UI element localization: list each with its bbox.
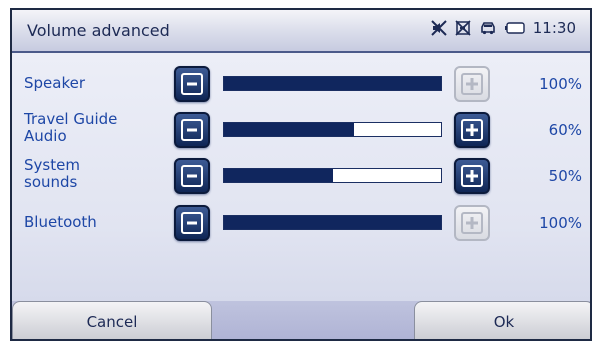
row-label: Bluetooth [24, 214, 149, 231]
settings-panel: Speaker 100% Travel Guide Audio 60% Syst… [12, 53, 590, 301]
row-label-line: Bluetooth [24, 213, 97, 231]
decrease-button[interactable] [174, 112, 210, 148]
volume-row-system-sounds: System sounds 50% [12, 154, 590, 196]
volume-bar-fill [224, 169, 333, 182]
dialog-frame: Volume advanced 11:30 Speaker 100% Trave… [10, 8, 592, 341]
row-label-line: System [24, 156, 80, 174]
volume-bar[interactable] [223, 76, 442, 91]
decrease-button[interactable] [174, 158, 210, 194]
cancel-button[interactable]: Cancel [12, 301, 212, 339]
window-title: Volume advanced [27, 21, 170, 40]
row-label-line: Audio [24, 127, 67, 145]
plus-icon [461, 119, 483, 141]
volume-row-speaker: Speaker 100% [12, 63, 590, 105]
volume-row-travel-guide-audio: Travel Guide Audio 60% [12, 108, 590, 150]
minus-icon [181, 212, 203, 234]
row-label: Speaker [24, 75, 149, 92]
battery-icon [504, 22, 525, 34]
decrease-button[interactable] [174, 66, 210, 102]
ok-button[interactable]: Ok [414, 301, 590, 339]
volume-percent: 100% [539, 214, 582, 232]
increase-button[interactable] [454, 112, 490, 148]
row-label: Travel Guide Audio [24, 111, 149, 145]
car-icon [479, 20, 497, 36]
row-label: System sounds [24, 157, 149, 191]
row-label-line: sounds [24, 173, 78, 191]
title-bar: Volume advanced 11:30 [12, 10, 590, 53]
volume-advanced-screen: Volume advanced 11:30 Speaker 100% Trave… [0, 0, 604, 349]
volume-row-bluetooth: Bluetooth 100% [12, 202, 590, 244]
sound-off-icon [455, 20, 471, 36]
increase-button[interactable] [454, 66, 490, 102]
decrease-button[interactable] [174, 205, 210, 241]
increase-button[interactable] [454, 205, 490, 241]
volume-bar-fill [224, 77, 441, 90]
volume-percent: 100% [539, 75, 582, 93]
volume-percent: 60% [548, 121, 582, 139]
volume-bar[interactable] [223, 168, 442, 183]
minus-icon [181, 73, 203, 95]
minus-icon [181, 119, 203, 141]
footer-bar: Cancel Ok [12, 301, 590, 339]
row-label-line: Speaker [24, 74, 86, 92]
plus-icon [461, 165, 483, 187]
plus-icon [461, 73, 483, 95]
volume-bar-fill [224, 123, 355, 136]
row-label-line: Travel Guide [24, 110, 118, 128]
volume-bar[interactable] [223, 122, 442, 137]
volume-percent: 50% [548, 167, 582, 185]
increase-button[interactable] [454, 158, 490, 194]
volume-bar[interactable] [223, 215, 442, 230]
plus-icon [461, 212, 483, 234]
minus-icon [181, 165, 203, 187]
clock: 11:30 [532, 19, 576, 37]
volume-bar-fill [224, 216, 441, 229]
mute-icon [431, 20, 447, 36]
status-area: 11:30 [431, 19, 576, 37]
